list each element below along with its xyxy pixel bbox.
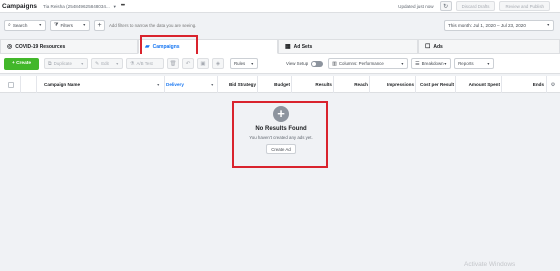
chevron-down-icon: ▼ xyxy=(80,61,84,66)
undo-icon[interactable]: ↶ xyxy=(182,58,194,69)
column-divider xyxy=(20,76,21,93)
tab-label: Ads xyxy=(433,43,443,50)
add-filter-button[interactable]: + xyxy=(94,19,105,31)
column-amount-spent[interactable]: Amount Spent xyxy=(456,76,500,93)
column-results[interactable]: Results xyxy=(292,76,332,93)
filters-label: Filters xyxy=(60,22,73,28)
chevron-down-icon: ▼ xyxy=(38,23,42,27)
chevron-down-icon: ▼ xyxy=(82,23,86,27)
column-divider xyxy=(164,76,165,93)
tab-ad-sets[interactable]: ▦ Ad Sets xyxy=(278,39,418,54)
top-bar: Campaigns Tia Reisha (254849625848034...… xyxy=(0,0,560,13)
review-publish-button[interactable]: Review and Publish xyxy=(499,1,550,11)
chevron-down-icon: ▼ xyxy=(400,61,405,66)
level-tabs: ◎ COVID-19 Resources ▰ Campaigns ▦ Ad Se… xyxy=(0,39,560,54)
column-label: Delivery xyxy=(166,82,184,87)
more-icon[interactable]: ••• xyxy=(121,3,125,9)
columns-icon: ▥ xyxy=(332,60,337,67)
updated-status: Updated just now xyxy=(398,3,434,9)
duplicate-label: Duplicate xyxy=(53,61,72,66)
search-button[interactable]: ⌕ Search ▼ xyxy=(4,19,46,31)
ad-icon: ☐ xyxy=(425,44,431,50)
ab-test-button[interactable]: ⚗ A/B Test xyxy=(126,58,164,69)
tag-icon[interactable]: ◈ xyxy=(212,58,224,69)
activate-windows-watermark: Activate Windows xyxy=(464,261,516,268)
breakdown-label: Breakdown xyxy=(421,61,444,66)
search-label: Search xyxy=(12,22,28,28)
date-range-picker[interactable]: This month: Jul 1, 2020 – Jul 23, 2020 ▼ xyxy=(444,19,554,31)
ab-test-label: A/B Test xyxy=(136,61,153,66)
tab-label: COVID-19 Resources xyxy=(15,43,66,50)
edit-label: Edit xyxy=(101,61,109,66)
column-impressions[interactable]: Impressions xyxy=(370,76,414,93)
search-icon: ⌕ xyxy=(8,22,11,28)
highlight-box xyxy=(232,101,328,168)
columns-button[interactable]: ▥ Columns: Performance ▼ xyxy=(328,58,409,69)
table-header: Campaign Name ▼ Delivery ▼ Bid Strategy … xyxy=(0,76,560,93)
chevron-down-icon[interactable]: ▼ xyxy=(113,4,117,9)
info-icon: ◎ xyxy=(7,44,13,50)
columns-label: Columns: Performance xyxy=(338,61,384,66)
copy-icon: ⧉ xyxy=(48,60,52,67)
reports-button[interactable]: Reports ▼ xyxy=(454,58,495,69)
column-label: Campaign Name xyxy=(44,82,80,87)
tab-covid-resources[interactable]: ◎ COVID-19 Resources xyxy=(0,39,138,54)
flask-icon: ⚗ xyxy=(130,60,135,67)
discard-drafts-button[interactable]: Discard Drafts xyxy=(455,1,496,11)
column-ends[interactable]: Ends xyxy=(502,76,544,93)
tab-label: Ad Sets xyxy=(293,43,313,50)
column-bid-strategy[interactable]: Bid Strategy xyxy=(218,76,256,93)
grid-icon: ▦ xyxy=(285,44,291,50)
breakdown-button[interactable]: ☰ Breakdown ▼ xyxy=(411,58,452,69)
column-cost-per-result[interactable]: Cost per Result xyxy=(416,76,454,93)
chevron-down-icon: ▼ xyxy=(443,61,448,66)
chevron-down-icon: ▼ xyxy=(546,23,550,27)
column-delivery[interactable]: Delivery ▼ xyxy=(166,76,216,93)
duplicate-button[interactable]: ⧉ Duplicate ▼ xyxy=(44,58,88,69)
chevron-down-icon: ▼ xyxy=(210,82,214,87)
gear-icon[interactable]: ⚙ xyxy=(548,76,558,93)
view-setup-toggle[interactable]: View Setup xyxy=(286,60,324,67)
select-all-checkbox[interactable] xyxy=(8,76,14,93)
column-reach[interactable]: Reach xyxy=(334,76,368,93)
chevron-down-icon: ▼ xyxy=(486,61,491,66)
breakdown-icon: ☰ xyxy=(415,60,420,67)
account-selector[interactable]: Tia Reisha (254849625848034... xyxy=(43,4,110,9)
edit-button[interactable]: ✎ Edit ▼ xyxy=(91,58,123,69)
create-button[interactable]: + Create xyxy=(4,57,39,70)
toggle-switch[interactable] xyxy=(311,60,324,67)
reports-label: Reports xyxy=(458,61,474,66)
rules-button[interactable]: Rules ▼ xyxy=(230,58,258,69)
column-divider xyxy=(36,76,37,93)
view-setup-label: View Setup xyxy=(286,61,309,66)
archive-icon[interactable]: ▣ xyxy=(197,58,209,69)
chevron-down-icon: ▼ xyxy=(115,61,119,66)
filter-input[interactable] xyxy=(109,20,309,30)
rules-label: Rules xyxy=(234,61,246,66)
column-campaign-name[interactable]: Campaign Name ▼ xyxy=(44,76,162,93)
filters-button[interactable]: ⧩ Filters ▼ xyxy=(50,19,90,31)
chevron-down-icon: ▼ xyxy=(156,82,160,87)
tab-ads[interactable]: ☐ Ads xyxy=(418,39,560,54)
date-range-label: This month: Jul 1, 2020 – Jul 23, 2020 xyxy=(448,22,526,28)
filter-icon: ⧩ xyxy=(54,22,59,28)
pencil-icon: ✎ xyxy=(95,60,100,67)
delete-icon[interactable]: 🗑 xyxy=(167,58,179,69)
column-budget[interactable]: Budget xyxy=(258,76,290,93)
checkbox[interactable] xyxy=(8,81,14,88)
column-divider xyxy=(546,76,547,93)
top-actions: Updated just now ↻ Discard Drafts Review… xyxy=(398,1,550,11)
refresh-icon[interactable]: ↻ xyxy=(439,1,452,11)
action-toolbar: + Create ⧉ Duplicate ▼ ✎ Edit ▼ ⚗ A/B Te… xyxy=(0,54,560,74)
chevron-down-icon: ▼ xyxy=(250,61,254,66)
page-title: Campaigns xyxy=(2,2,38,10)
filter-bar: ⌕ Search ▼ ⧩ Filters ▼ + This month: Jul… xyxy=(0,18,560,32)
